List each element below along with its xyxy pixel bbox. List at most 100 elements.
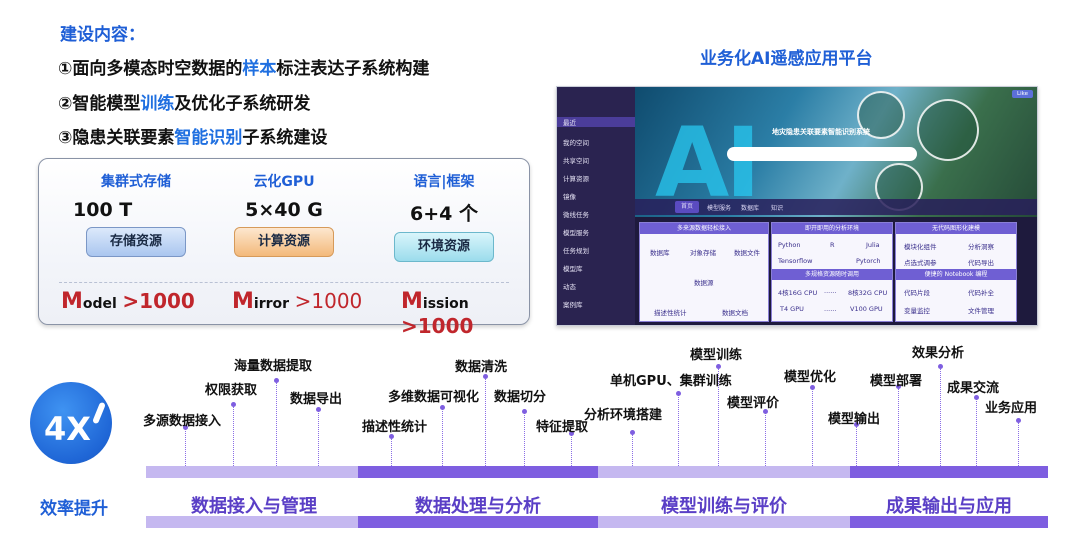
bullet-1-highlight: 样本 <box>242 59 277 79</box>
card-cell-dots: ...... <box>824 305 837 313</box>
card-data-access: 多来源数据轻松接入 数据库 对象存储 数据文件 数据源 描述性统计 数据文档 <box>639 222 769 322</box>
milestone-label: 描述性统计 <box>362 420 428 435</box>
like-badge[interactable]: Like <box>1012 90 1033 98</box>
card-cell[interactable]: 代码片段 <box>904 287 930 297</box>
milestone-connector <box>485 376 486 466</box>
storage-resource-button[interactable]: 存储资源 <box>86 227 186 257</box>
milestone-dot <box>274 378 279 383</box>
milestone-connector <box>318 409 319 466</box>
resource-label: 云化GPU <box>253 174 315 190</box>
milestone-label: 单机GPU、集群训练 <box>610 374 732 389</box>
card-cell[interactable]: 模块化组件 <box>904 241 937 251</box>
sidebar-item-recent[interactable]: 最近 <box>557 117 635 127</box>
sidebar-item-my-space[interactable]: 我的空间 <box>563 137 589 147</box>
metric-word: ission <box>422 296 469 312</box>
timeline-bar-segment <box>358 466 598 478</box>
card-cell[interactable]: Tensorflow <box>778 257 812 265</box>
card-cell[interactable]: 分析洞察 <box>968 241 994 251</box>
card-cell-dots: ...... <box>824 287 837 295</box>
sidebar-item-model-library[interactable]: 模型库 <box>563 263 583 273</box>
environment-resource-button[interactable]: 环境资源 <box>394 232 494 262</box>
bullet-2-prefix: ②智能模型 <box>58 94 141 114</box>
milestone-connector <box>856 424 857 466</box>
card-cell[interactable]: 数据源 <box>694 277 714 287</box>
phase-result-output: 成果输出与应用 <box>886 496 1012 517</box>
sidebar-item-tasks[interactable]: 微线任务 <box>563 209 589 219</box>
card-title: 即开即用的分析环境 <box>772 223 892 234</box>
efficiency-multiplier: 4X <box>44 410 91 448</box>
metric-initial: M <box>61 289 83 314</box>
card-subtitle: 便捷的 Notebook 编程 <box>896 269 1016 280</box>
resource-gpu: 云化GPU 5×40 G 计算资源 <box>209 171 359 257</box>
card-cell[interactable]: T4 GPU <box>780 305 804 313</box>
sidebar-item-cases[interactable]: 案例库 <box>563 299 583 309</box>
tab-knowledge[interactable]: 知识 <box>771 203 783 212</box>
milestone-connector <box>276 380 277 466</box>
milestone-connector <box>765 411 766 466</box>
milestone-dot <box>630 430 635 435</box>
tab-model-service[interactable]: 模型服务 <box>707 203 731 212</box>
card-cell[interactable]: Python <box>778 241 801 249</box>
milestone-connector <box>442 407 443 466</box>
milestone-label: 模型部署 <box>870 374 923 389</box>
card-cell[interactable]: Pytorch <box>856 257 881 265</box>
milestone-label: 模型评价 <box>727 396 780 411</box>
card-title: 无代码图形化建模 <box>896 223 1016 234</box>
card-cell[interactable]: 数据库 <box>650 247 670 257</box>
sidebar-item-activity[interactable]: 动态 <box>563 281 576 291</box>
tab-database[interactable]: 数据库 <box>741 203 759 212</box>
card-cell[interactable]: 代码导出 <box>968 257 994 267</box>
milestone-label: 效果分析 <box>912 346 965 361</box>
metric-mirror: Mirror >1000 <box>232 289 362 314</box>
card-cell[interactable]: R <box>830 241 835 249</box>
milestone-dot <box>522 409 527 414</box>
milestone-label: 数据清洗 <box>455 360 508 375</box>
card-cell[interactable]: Julia <box>866 241 880 249</box>
bullet-1-suffix: 标注表达子系统构建 <box>276 59 430 79</box>
search-input[interactable] <box>727 147 917 161</box>
metric-number: >1000 <box>401 314 474 338</box>
resource-label: 集群式存储 <box>101 174 171 190</box>
milestone-label: 模型优化 <box>784 370 837 385</box>
sidebar-item-compute[interactable]: 计算资源 <box>563 173 589 183</box>
milestone-connector <box>571 433 572 466</box>
bullet-1-prefix: ①面向多模态时空数据的 <box>58 59 243 79</box>
card-cell[interactable]: 变量监控 <box>904 305 930 315</box>
compute-resource-button[interactable]: 计算资源 <box>234 227 334 257</box>
sidebar-item-shared-space[interactable]: 共享空间 <box>563 155 589 165</box>
bullet-2-suffix: 及优化子系统研发 <box>174 94 311 114</box>
timeline-bar-segment <box>598 466 850 478</box>
resource-label: 语言|框架 <box>413 174 475 190</box>
resource-storage: 集群式存储 100 T 存储资源 <box>61 171 211 257</box>
card-cell[interactable]: 数据文件 <box>734 247 760 257</box>
phase-model-training: 模型训练与评价 <box>661 496 787 517</box>
card-cell[interactable]: 点选式调参 <box>904 257 937 267</box>
bullet-3-suffix: 子系统建设 <box>242 128 328 148</box>
milestone-connector <box>898 386 899 466</box>
metric-initial: M <box>232 289 254 314</box>
card-cell[interactable]: 描述性统计 <box>654 307 687 317</box>
card-cell[interactable]: 4核16G CPU <box>778 287 817 297</box>
card-cell[interactable]: 数据文档 <box>722 307 748 317</box>
bullet-3-prefix: ③隐患关联要素 <box>58 128 175 148</box>
platform-title: 业务化AI遥感应用平台 <box>700 49 873 69</box>
metric-word: irror <box>253 296 290 312</box>
milestone-dot <box>938 364 943 369</box>
card-cell[interactable]: 代码补全 <box>968 287 994 297</box>
tab-home[interactable]: 首页 <box>675 201 700 213</box>
phase-data-access: 数据接入与管理 <box>191 496 317 517</box>
platform-tabs: 首页 模型服务 数据库 知识 <box>635 199 1037 215</box>
card-cell[interactable]: 8核32G CPU <box>848 287 887 297</box>
milestone-connector <box>1018 420 1019 466</box>
card-cell[interactable]: 对象存储 <box>690 247 716 257</box>
milestone-dot <box>231 402 236 407</box>
resource-value: 100 T <box>73 199 133 221</box>
sidebar-item-task-plan[interactable]: 任务规划 <box>563 245 589 255</box>
sidebar-item-model-service[interactable]: 模型服务 <box>563 227 589 237</box>
metric-word: odel <box>82 296 117 312</box>
resource-panel: 集群式存储 100 T 存储资源 云化GPU 5×40 G 计算资源 语言|框架… <box>38 158 530 338</box>
card-cell[interactable]: 文件管理 <box>968 305 994 315</box>
card-cell[interactable]: V100 GPU <box>850 305 883 313</box>
metric-model: Model >1000 <box>61 289 195 314</box>
sidebar-item-image[interactable]: 镜像 <box>563 191 576 201</box>
